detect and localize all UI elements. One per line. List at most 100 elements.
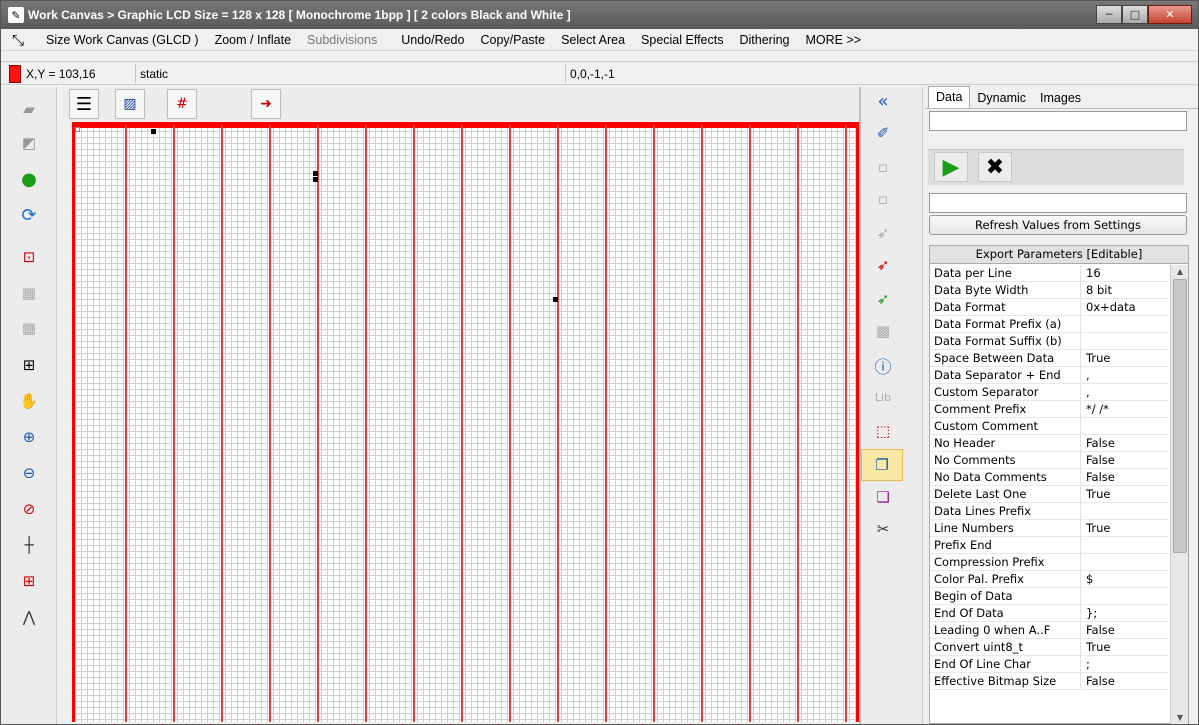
tools-icon[interactable]: ✖ [978,152,1012,182]
current-color-swatch[interactable] [9,65,21,83]
property-value[interactable]: False [1081,469,1168,485]
tab-dynamic[interactable]: Dynamic [970,89,1033,108]
property-row[interactable]: No Data Comments False [930,469,1168,486]
property-row[interactable]: Data Lines Prefix [930,503,1168,520]
property-row[interactable]: Data Separator + End, [930,367,1168,384]
menu-zoom-inflate[interactable]: Zoom / Inflate [207,33,299,47]
pointer-add-icon[interactable]: ➶ [871,253,895,277]
property-value[interactable] [1081,554,1168,570]
property-value[interactable] [1081,588,1168,604]
property-value[interactable]: , [1081,384,1168,400]
property-value[interactable] [1081,333,1168,349]
minimize-button[interactable]: ─ [1096,5,1122,24]
property-row[interactable]: Prefix End [930,537,1168,554]
clear-canvas-icon[interactable]: ▨ [115,89,145,119]
property-row[interactable]: Effective Bitmap Size False [930,673,1168,690]
property-value[interactable]: False [1081,452,1168,468]
property-value[interactable]: True [1081,520,1168,536]
small-square-icon[interactable]: ▫ [871,155,895,179]
refresh-icon[interactable]: ⟳ [17,203,41,227]
property-value[interactable]: $ [1081,571,1168,587]
property-row[interactable]: Data Format 0x+data [930,299,1168,316]
zoom-in-icon[interactable]: ⊕ [17,425,41,449]
property-row[interactable]: End Of Line Char; [930,656,1168,673]
refresh-values-button[interactable]: Refresh Values from Settings [929,215,1187,235]
pointer-icon[interactable]: ➶ [871,221,895,245]
property-value[interactable]: ; [1081,656,1168,672]
property-value[interactable]: True [1081,350,1168,366]
collapse-left-icon[interactable]: « [871,89,895,113]
property-value[interactable] [1081,418,1168,434]
property-row[interactable]: Data Format Suffix (b) [930,333,1168,350]
menu-more[interactable]: MORE >> [798,33,870,47]
property-value[interactable]: 8 bit [1081,282,1168,298]
property-value[interactable]: True [1081,486,1168,502]
new-layer-icon[interactable]: ▰ [17,97,41,121]
settings-field[interactable] [929,193,1187,213]
menu-subdivisions[interactable]: Subdivisions [299,33,385,47]
menu-copy-paste[interactable]: Copy/Paste [472,33,553,47]
property-value[interactable]: False [1081,435,1168,451]
table-grid-icon[interactable]: ⊞ [17,353,41,377]
property-value[interactable]: False [1081,673,1168,689]
scroll-down-icon[interactable]: ▼ [1171,711,1189,724]
menu-icon[interactable]: ☰ [69,89,99,119]
menu-undo-redo[interactable]: Undo/Redo [393,33,472,47]
fine-grid-icon[interactable]: ▦ [17,281,41,305]
property-value[interactable]: False [1081,622,1168,638]
property-value[interactable]: */ /* [1081,401,1168,417]
property-value[interactable]: , [1081,367,1168,383]
property-row[interactable]: Data per Line 16 [930,265,1168,282]
property-row[interactable]: Begin of Data [930,588,1168,605]
property-row[interactable]: Color Pal. Prefix $ [930,571,1168,588]
paste-icon[interactable]: ❏ [871,485,895,509]
property-row[interactable]: Compression Prefix [930,554,1168,571]
compass-icon[interactable]: ⋀ [17,605,41,629]
grid-icon[interactable]: ▦ [17,316,41,340]
library-icon[interactable]: Lib [871,385,895,409]
scroll-up-icon[interactable]: ▲ [1171,265,1189,279]
property-row[interactable]: Leading 0 when A..F False [930,622,1168,639]
property-value[interactable]: True [1081,639,1168,655]
grid-hash-icon[interactable]: # [167,89,197,119]
run-icon[interactable]: ▶ [934,152,968,182]
property-row[interactable]: Data Format Prefix (a) [930,316,1168,333]
close-button[interactable]: ✕ [1148,5,1192,24]
property-row[interactable]: Convert uint8_t True [930,639,1168,656]
tab-images[interactable]: Images [1033,89,1088,108]
property-row[interactable]: Delete Last One True [930,486,1168,503]
property-row[interactable]: No Header False [930,435,1168,452]
pointer-remove-icon[interactable]: ➶ [871,287,895,311]
page-icon[interactable]: ◩ [17,131,41,155]
menu-dithering[interactable]: Dithering [731,33,797,47]
info-icon[interactable]: ⓘ [871,353,895,378]
corner-handle[interactable] [75,127,80,132]
property-value[interactable] [1081,316,1168,332]
checker-icon[interactable]: ▩ [871,319,895,343]
play-icon[interactable]: ● [17,167,41,191]
select-area-icon[interactable]: ⬚ [871,419,895,443]
property-value[interactable] [1081,503,1168,519]
property-row[interactable]: End Of Data}; [930,605,1168,622]
property-value[interactable]: 16 [1081,265,1168,281]
zoom-reset-icon[interactable]: ⊘ [17,497,41,521]
maximize-button[interactable]: □ [1122,5,1148,24]
small-square-icon-2[interactable]: ▫ [871,187,895,211]
hand-icon[interactable]: ✋ [17,389,41,413]
tab-data[interactable]: Data [928,86,971,108]
zoom-out-icon[interactable]: ⊖ [17,461,41,485]
menu-size-work-canvas[interactable]: Size Work Canvas (GLCD ) [38,33,207,47]
property-value[interactable]: }; [1081,605,1168,621]
property-row[interactable]: Space Between Data True [930,350,1168,367]
lcd-canvas[interactable] [72,122,859,722]
property-row[interactable]: Comment Prefix */ /* [930,401,1168,418]
export-icon[interactable]: ➜ [251,89,281,119]
menu-select-area[interactable]: Select Area [553,33,633,47]
property-row[interactable]: Line Numbers True [930,520,1168,537]
property-row[interactable]: Custom Comment [930,418,1168,435]
scroll-thumb[interactable] [1173,279,1187,553]
property-row[interactable]: Custom Separator, [930,384,1168,401]
property-row[interactable]: No Comments False [930,452,1168,469]
property-scrollbar[interactable]: ▲ ▼ [1170,265,1189,724]
property-value[interactable]: 0x+data [1081,299,1168,315]
